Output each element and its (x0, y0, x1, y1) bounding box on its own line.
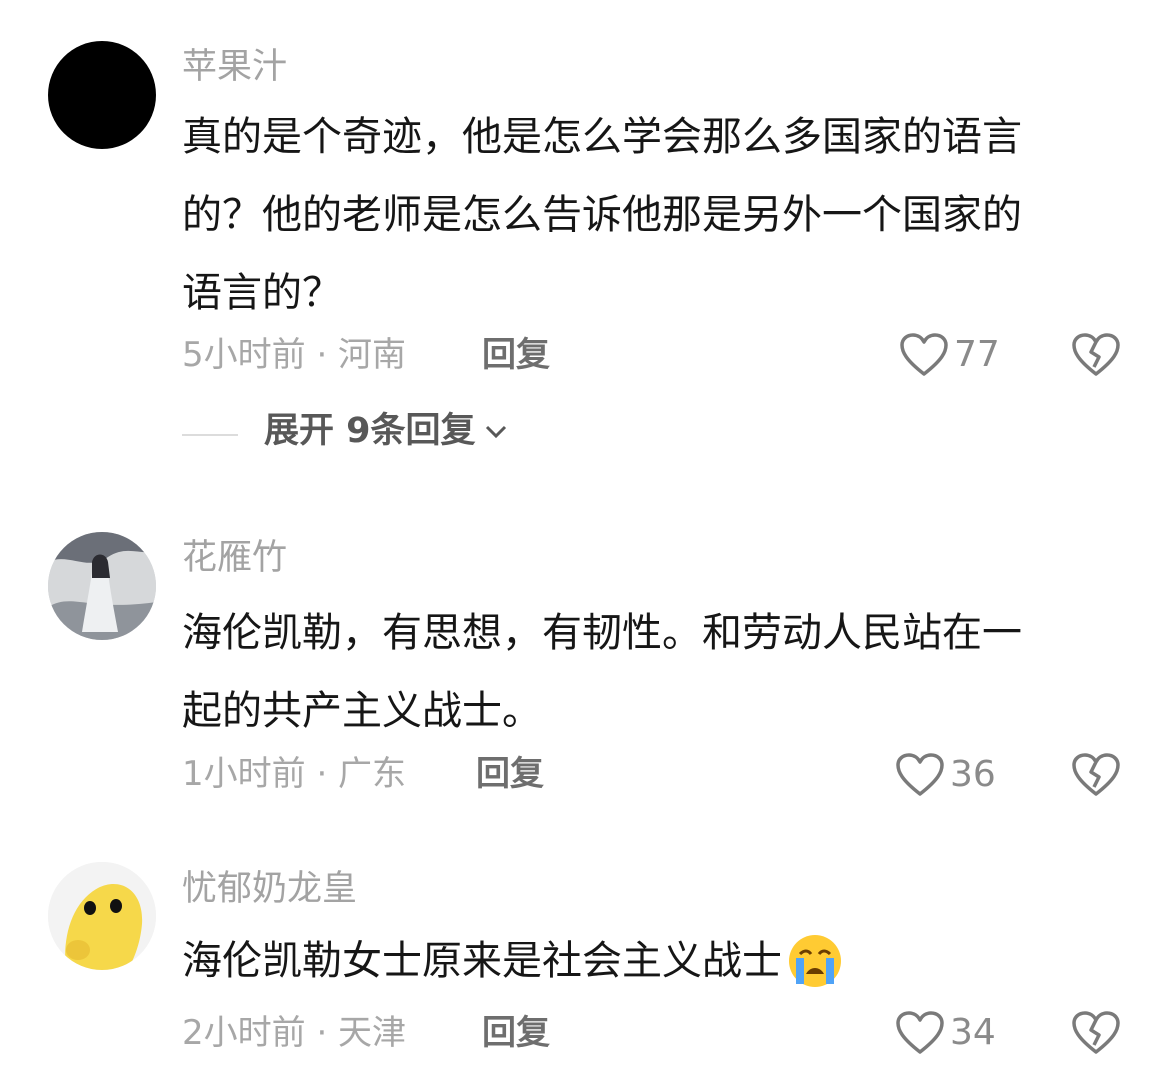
heart-icon (896, 753, 944, 796)
username[interactable]: 忧郁奶龙皇 (182, 872, 357, 907)
comment-line: 起的共产主义战士。 (182, 688, 542, 734)
comment-text: 海伦凯勒女士原来是社会主义战士 (182, 922, 1122, 1000)
comment-line: 海伦凯勒女士原来是社会主义战士 (182, 922, 1122, 1000)
like-count: 77 (954, 334, 1000, 375)
expand-replies-button[interactable]: 展开 9条回复 (264, 414, 508, 449)
avatar-image (48, 862, 156, 970)
crying-face-emoji-icon (789, 935, 841, 987)
username[interactable]: 苹果汁 (182, 50, 287, 85)
comment-meta: 2小时前 · 天津 (182, 1013, 407, 1053)
reply-button[interactable]: 回复 (482, 1016, 550, 1050)
comment-line: 真的是个奇迹，他是怎么学会那么多国家的语言 (182, 114, 1022, 160)
avatar[interactable] (48, 862, 156, 970)
expand-replies-label: 展开 9条回复 (264, 411, 476, 451)
like-button[interactable]: 34 (896, 1011, 996, 1055)
avatar[interactable] (48, 532, 156, 640)
divider (182, 434, 238, 436)
comment-meta: 5小时前 · 河南 (182, 335, 407, 375)
like-button[interactable]: 77 (900, 333, 1000, 377)
comment-line: 海伦凯勒，有思想，有韧性。和劳动人民站在一 (182, 610, 1022, 656)
avatar-image (48, 532, 156, 640)
like-count: 34 (950, 1012, 996, 1053)
avatar[interactable] (48, 41, 156, 149)
chevron-down-icon (485, 425, 506, 438)
comment-text: 海伦凯勒，有思想，有韧性。和劳动人民站在一 起的共产主义战士。 (182, 594, 1122, 750)
comment-line-text: 海伦凯勒女士原来是社会主义战士 (182, 938, 782, 984)
like-button[interactable]: 36 (896, 753, 996, 797)
heart-icon (896, 1011, 944, 1054)
comment-meta: 1小时前 · 广东 (182, 754, 407, 794)
comment-line: 语言的？ (182, 270, 342, 316)
comment-line: 的？他的老师是怎么告诉他那是另外一个国家的 (182, 192, 1022, 238)
reply-button[interactable]: 回复 (476, 757, 544, 791)
reply-button[interactable]: 回复 (482, 338, 550, 372)
heart-icon (900, 333, 948, 376)
comment-text: 真的是个奇迹，他是怎么学会那么多国家的语言 的？他的老师是怎么告诉他那是另外一个… (182, 98, 1122, 332)
username[interactable]: 花雁竹 (182, 541, 287, 576)
broken-heart-icon[interactable] (1072, 1011, 1120, 1055)
like-count: 36 (950, 754, 996, 795)
broken-heart-icon[interactable] (1072, 333, 1120, 377)
broken-heart-icon[interactable] (1072, 753, 1120, 797)
